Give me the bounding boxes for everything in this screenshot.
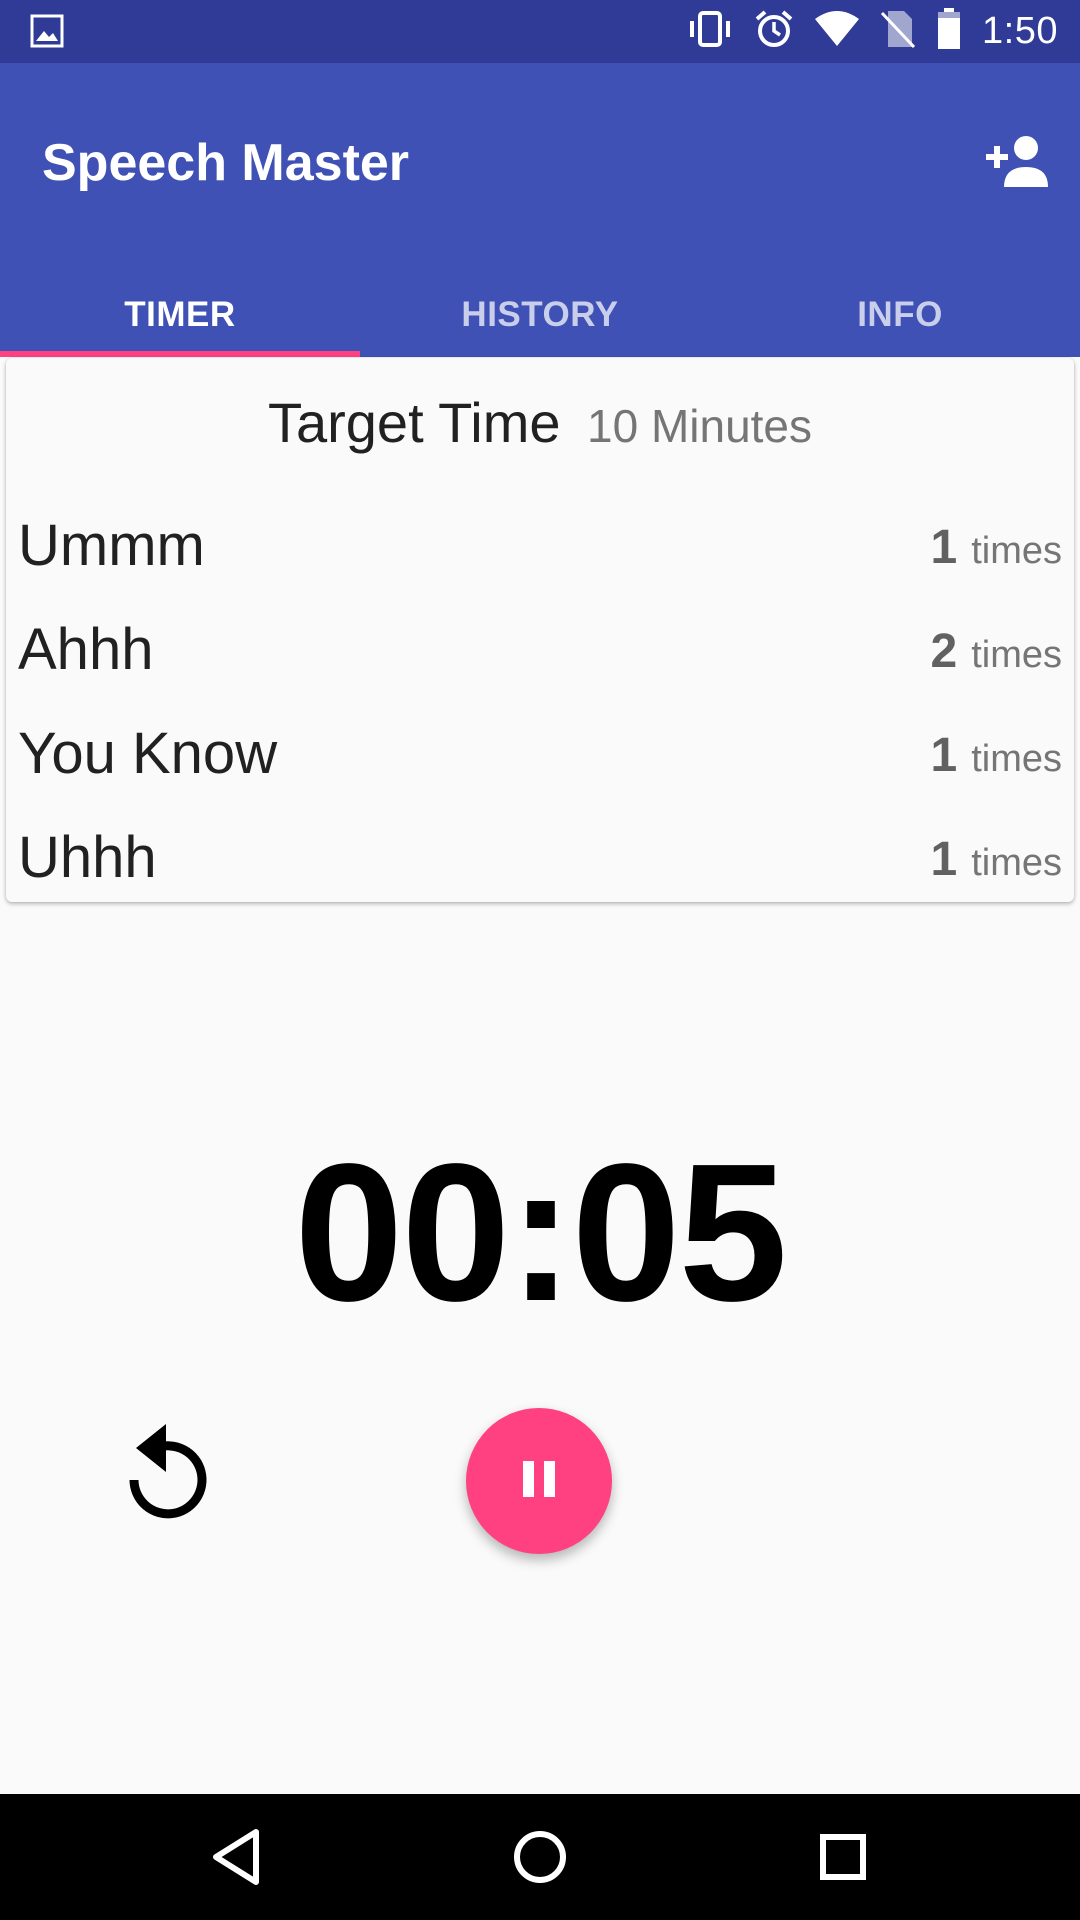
tab-history[interactable]: HISTORY — [360, 273, 720, 357]
filler-count: 2 times — [931, 624, 1063, 679]
count-unit: times — [971, 738, 1062, 780]
count-number: 1 — [930, 521, 958, 574]
filler-count: 1 times — [931, 520, 1063, 575]
filler-count: 1 times — [931, 832, 1063, 887]
filler-card: Target Time 10 Minutes Ummm 1 times Ahhh … — [6, 358, 1074, 902]
filler-word: Ahhh — [18, 617, 154, 682]
filler-count: 1 times — [931, 728, 1063, 783]
filler-row-ahhh[interactable]: Ahhh 2 times — [6, 602, 1074, 706]
status-bar: 1:50 — [0, 0, 1080, 63]
back-icon[interactable] — [202, 1822, 272, 1892]
count-number: 2 — [930, 625, 958, 678]
no-sim-icon — [880, 9, 916, 54]
filler-row-uhhh[interactable]: Uhhh 1 times — [6, 810, 1074, 914]
home-icon[interactable] — [505, 1822, 575, 1892]
pause-button[interactable] — [466, 1408, 612, 1554]
count-unit: times — [971, 842, 1062, 884]
battery-icon — [936, 8, 962, 55]
filler-row-you-know[interactable]: You Know 1 times — [6, 706, 1074, 810]
navigation-bar — [0, 1794, 1080, 1920]
app-bar: Speech Master TIMER HISTORY INFO — [0, 63, 1080, 357]
pause-icon — [521, 1459, 557, 1504]
tab-timer[interactable]: TIMER — [0, 273, 360, 357]
vibrate-icon — [686, 9, 734, 54]
status-icons: 1:50 — [686, 0, 1058, 63]
alarm-icon — [754, 9, 794, 54]
target-time-label: Target Time — [267, 391, 561, 454]
filler-list: Ummm 1 times Ahhh 2 times You Know 1 times … — [6, 498, 1074, 914]
reset-icon[interactable] — [118, 1418, 218, 1528]
filler-word: You Know — [18, 721, 278, 786]
filler-row-ummm[interactable]: Ummm 1 times — [6, 498, 1074, 602]
tab-bar: TIMER HISTORY INFO — [0, 273, 1080, 357]
target-time-value: 10 Minutes — [587, 400, 813, 452]
recents-icon[interactable] — [808, 1822, 878, 1892]
count-number: 1 — [930, 833, 958, 886]
count-unit: times — [971, 530, 1062, 572]
add-person-icon[interactable] — [984, 131, 1050, 191]
count-number: 1 — [930, 729, 958, 782]
count-unit: times — [971, 634, 1062, 676]
tab-info[interactable]: INFO — [720, 273, 1080, 357]
timer-display: 00:05 — [294, 1123, 787, 1342]
target-time: Target Time 10 Minutes — [6, 390, 1074, 455]
app-title: Speech Master — [42, 134, 410, 192]
image-notification-icon — [30, 14, 64, 53]
filler-word: Ummm — [18, 513, 205, 578]
status-time: 1:50 — [982, 10, 1058, 52]
filler-word: Uhhh — [18, 825, 157, 890]
wifi-icon — [814, 11, 860, 52]
